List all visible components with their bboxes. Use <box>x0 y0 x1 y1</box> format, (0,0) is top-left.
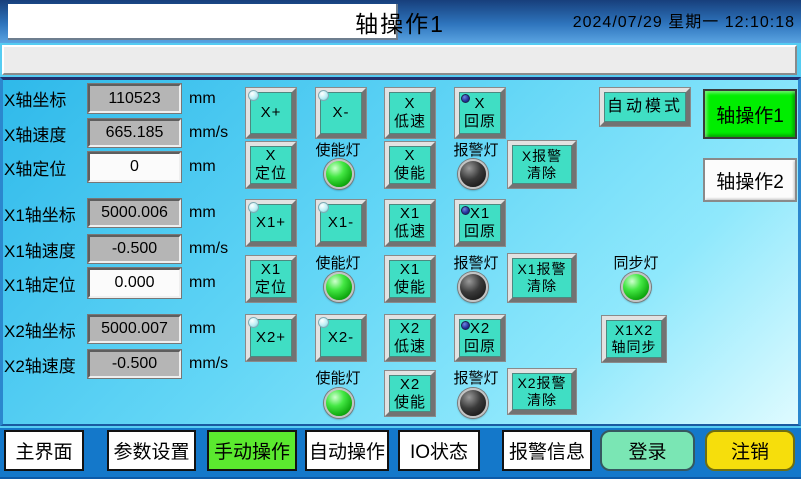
x1-enable-button[interactable]: X1 使能 <box>385 256 435 302</box>
x2-jog-plus-button[interactable]: X2+ <box>246 315 296 361</box>
x2-coord-unit: mm <box>189 315 249 343</box>
page-title: 轴操作1 <box>310 7 490 37</box>
x-coord-unit: mm <box>189 84 249 113</box>
x1-sync-lamp-label: 同步灯 <box>604 252 668 273</box>
x1-jog-plus-led <box>248 202 259 213</box>
nav-auto-operation[interactable]: 自动操作 <box>305 430 389 471</box>
x1-position-label: X1轴定位 <box>4 268 88 298</box>
x2-enable-button[interactable]: X2 使能 <box>385 371 435 416</box>
x1-speed-label: X1轴速度 <box>4 235 88 263</box>
x1x2-sync-button[interactable]: X1X2 轴同步 <box>602 316 666 362</box>
x-home-led <box>461 94 470 103</box>
x1-coord-value: 5000.006 <box>88 199 181 227</box>
x-alarm-clear-button[interactable]: X报警 清除 <box>508 141 576 188</box>
x-position-button[interactable]: X 定位 <box>246 142 296 188</box>
x1-alarm-lamp-label: 报警灯 <box>444 252 508 273</box>
x-jog-minus-led <box>318 90 329 101</box>
x-alarm-lamp <box>458 159 488 189</box>
x-low-speed-button[interactable]: X 低速 <box>385 88 435 138</box>
x-jog-plus-button[interactable]: X+ <box>246 88 296 138</box>
x-home-button[interactable]: X 回原 <box>455 88 505 138</box>
nav-logout-button[interactable]: 注销 <box>705 430 795 471</box>
x1-position-unit: mm <box>189 268 249 298</box>
x1-sync-lamp <box>621 272 651 302</box>
nav-main-screen[interactable]: 主界面 <box>4 430 84 471</box>
x1-speed-unit: mm/s <box>189 235 249 263</box>
x2-alarm-lamp-label: 报警灯 <box>444 367 508 388</box>
x2-jog-minus-led <box>318 317 329 328</box>
message-bar <box>2 45 797 75</box>
x2-coord-label: X2轴坐标 <box>4 315 88 343</box>
x-position-unit: mm <box>189 152 249 182</box>
x-speed-value: 665.185 <box>88 119 181 147</box>
nav-login-button[interactable]: 登录 <box>600 430 695 471</box>
nav-alarm-info[interactable]: 报警信息 <box>502 430 592 471</box>
x1-jog-minus-led <box>318 202 329 213</box>
x-speed-label: X轴速度 <box>4 119 86 147</box>
hmi-screen: 轴操作1 2024/07/29 星期一 12:10:18 X轴坐标 110523… <box>0 0 801 479</box>
x2-home-button[interactable]: X2 回原 <box>455 315 505 361</box>
x-alarm-lamp-label: 报警灯 <box>444 139 508 160</box>
x2-enable-lamp-label: 使能灯 <box>306 367 370 388</box>
x1-alarm-lamp <box>458 272 488 302</box>
x2-coord-value: 5000.007 <box>88 315 181 343</box>
x-coord-value: 110523 <box>88 84 181 113</box>
x1-jog-minus-button[interactable]: X1- <box>316 200 366 246</box>
x2-low-speed-button[interactable]: X2 低速 <box>385 315 435 361</box>
x1-jog-plus-button[interactable]: X1+ <box>246 200 296 246</box>
x-jog-plus-led <box>248 90 259 101</box>
x-speed-unit: mm/s <box>189 119 249 147</box>
x1-coord-label: X1轴坐标 <box>4 199 88 227</box>
x1-speed-value: -0.500 <box>88 235 181 263</box>
x-enable-lamp-label: 使能灯 <box>306 139 370 160</box>
x-jog-minus-button[interactable]: X- <box>316 88 366 138</box>
x1-coord-unit: mm <box>189 199 249 227</box>
x2-enable-lamp <box>324 388 354 418</box>
x2-speed-unit: mm/s <box>189 350 249 378</box>
nav-io-status[interactable]: IO状态 <box>398 430 480 471</box>
x1-position-input[interactable] <box>88 268 181 298</box>
x1-alarm-clear-button[interactable]: X1报警 清除 <box>508 254 576 302</box>
x1-low-speed-button[interactable]: X1 低速 <box>385 200 435 246</box>
x-position-input[interactable] <box>88 152 181 182</box>
x-position-label: X轴定位 <box>4 152 86 182</box>
x2-alarm-clear-button[interactable]: X2报警 清除 <box>508 369 576 414</box>
x2-speed-value: -0.500 <box>88 350 181 378</box>
x2-jog-plus-led <box>248 317 259 328</box>
auto-mode-button[interactable]: 自动模式 <box>600 88 690 126</box>
nav-param-settings[interactable]: 参数设置 <box>107 430 196 471</box>
x1-position-button[interactable]: X1 定位 <box>246 256 296 302</box>
x1-home-led <box>461 206 470 215</box>
tab-axis-op2[interactable]: 轴操作2 <box>703 158 797 202</box>
x2-jog-minus-button[interactable]: X2- <box>316 315 366 361</box>
x2-home-led <box>461 321 470 330</box>
x-enable-lamp <box>324 159 354 189</box>
nav-manual-operation[interactable]: 手动操作 <box>207 430 297 471</box>
x1-home-button[interactable]: X1 回原 <box>455 200 505 246</box>
datetime-display: 2024/07/29 星期一 12:10:18 <box>520 11 795 35</box>
tab-axis-op1[interactable]: 轴操作1 <box>703 89 797 139</box>
x2-alarm-lamp <box>458 388 488 418</box>
x-enable-button[interactable]: X 使能 <box>385 142 435 188</box>
x1-enable-lamp-label: 使能灯 <box>306 252 370 273</box>
x1-enable-lamp <box>324 272 354 302</box>
x-coord-label: X轴坐标 <box>4 84 86 113</box>
x2-speed-label: X2轴速度 <box>4 350 88 378</box>
